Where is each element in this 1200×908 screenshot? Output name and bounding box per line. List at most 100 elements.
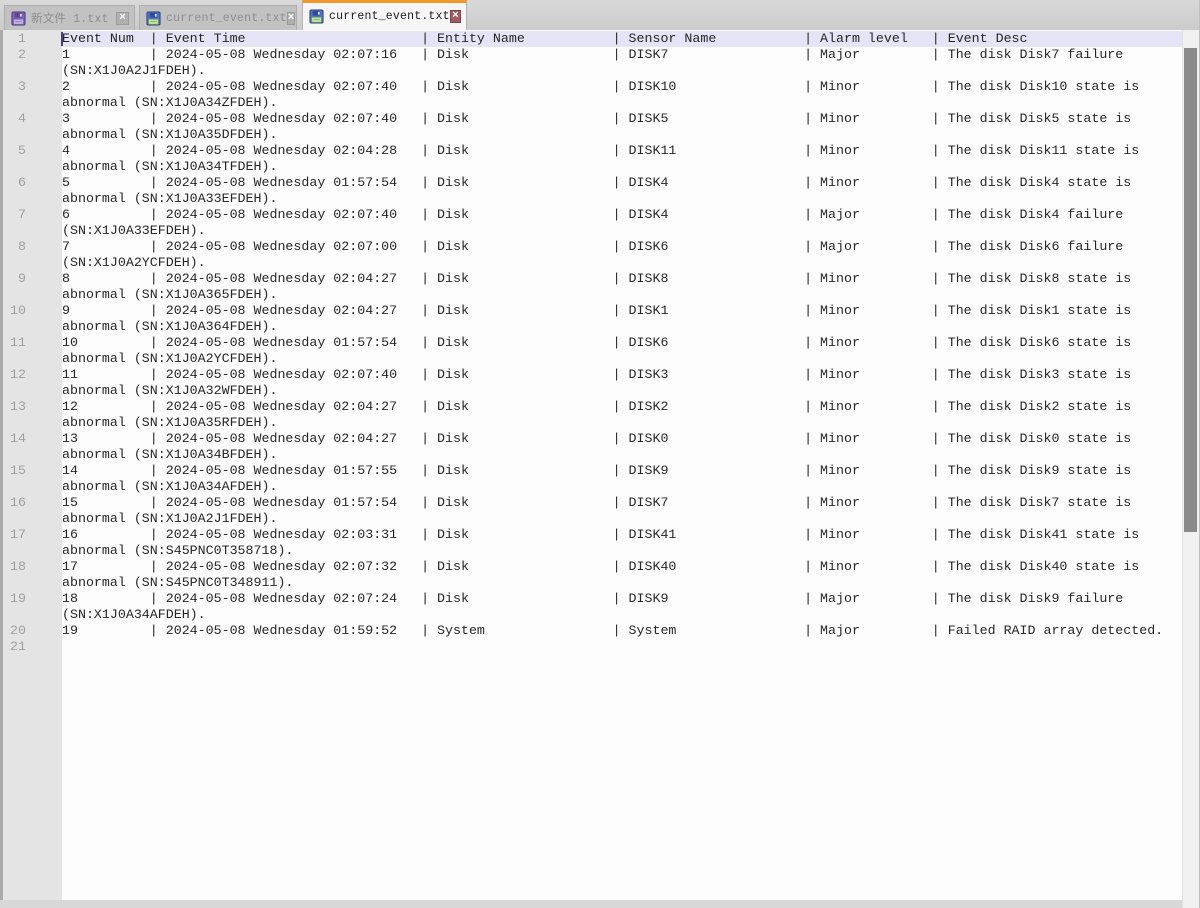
code-row[interactable]: abnormal (SN:X1J0A2YCFDEH). (0, 351, 1182, 367)
code-row[interactable]: abnormal (SN:S45PNC0T358718). (0, 543, 1182, 559)
code-text[interactable]: abnormal (SN:S45PNC0T348911). (62, 575, 1182, 591)
code-text[interactable]: 2 | 2024-05-08 Wednesday 02:07:40 | Disk… (62, 79, 1182, 95)
code-text[interactable]: 3 | 2024-05-08 Wednesday 02:07:40 | Disk… (62, 111, 1182, 127)
code-row[interactable]: 87 | 2024-05-08 Wednesday 02:07:00 | Dis… (0, 239, 1182, 255)
code-row[interactable]: abnormal (SN:X1J0A34TFDEH). (0, 159, 1182, 175)
tab-new-file-1[interactable]: 新文件 1.txt × (4, 5, 135, 30)
code-text[interactable]: (SN:X1J0A34AFDEH). (62, 607, 1182, 623)
code-text[interactable]: 10 | 2024-05-08 Wednesday 01:57:54 | Dis… (62, 335, 1182, 351)
code-text[interactable]: abnormal (SN:X1J0A2YCFDEH). (62, 351, 1182, 367)
code-text[interactable]: 15 | 2024-05-08 Wednesday 01:57:54 | Dis… (62, 495, 1182, 511)
code-row[interactable]: 109 | 2024-05-08 Wednesday 02:04:27 | Di… (0, 303, 1182, 319)
code-row[interactable]: abnormal (SN:X1J0A33EFDEH). (0, 191, 1182, 207)
code-text[interactable]: 19 | 2024-05-08 Wednesday 01:59:52 | Sys… (62, 623, 1182, 639)
floppy-disk-icon (309, 9, 324, 24)
line-number: 5 (0, 143, 62, 159)
code-row[interactable]: 65 | 2024-05-08 Wednesday 01:57:54 | Dis… (0, 175, 1182, 191)
code-row[interactable]: 32 | 2024-05-08 Wednesday 02:07:40 | Dis… (0, 79, 1182, 95)
code-text[interactable]: abnormal (SN:X1J0A32WFDEH). (62, 383, 1182, 399)
code-row[interactable]: abnormal (SN:X1J0A34AFDEH). (0, 479, 1182, 495)
tab-current-event-1[interactable]: current_event.txt × (139, 5, 297, 30)
code-row[interactable]: 43 | 2024-05-08 Wednesday 02:07:40 | Dis… (0, 111, 1182, 127)
editor-text-area[interactable]: 1Event Num | Event Time | Entity Name | … (0, 31, 1182, 900)
code-text[interactable]: abnormal (SN:X1J0A34TFDEH). (62, 159, 1182, 175)
tab-title: 新文件 1.txt (31, 10, 109, 26)
code-text[interactable]: abnormal (SN:X1J0A35RFDEH). (62, 415, 1182, 431)
code-text[interactable]: (SN:X1J0A2YCFDEH). (62, 255, 1182, 271)
code-text[interactable]: abnormal (SN:X1J0A34AFDEH). (62, 479, 1182, 495)
vertical-scrollbar[interactable] (1182, 30, 1199, 908)
code-text[interactable]: 7 | 2024-05-08 Wednesday 02:07:00 | Disk… (62, 239, 1182, 255)
code-text[interactable]: abnormal (SN:X1J0A365FDEH). (62, 287, 1182, 303)
code-row[interactable]: abnormal (SN:X1J0A34BFDEH). (0, 447, 1182, 463)
code-row[interactable]: 21 | 2024-05-08 Wednesday 02:07:16 | Dis… (0, 47, 1182, 63)
code-row[interactable]: 2019 | 2024-05-08 Wednesday 01:59:52 | S… (0, 623, 1182, 639)
code-row[interactable]: 98 | 2024-05-08 Wednesday 02:04:27 | Dis… (0, 271, 1182, 287)
code-row[interactable]: 76 | 2024-05-08 Wednesday 02:07:40 | Dis… (0, 207, 1182, 223)
code-text[interactable]: 12 | 2024-05-08 Wednesday 02:04:27 | Dis… (62, 399, 1182, 415)
code-row[interactable]: (SN:X1J0A34AFDEH). (0, 607, 1182, 623)
code-row[interactable]: (SN:X1J0A2J1FDEH). (0, 63, 1182, 79)
code-row[interactable]: abnormal (SN:X1J0A35RFDEH). (0, 415, 1182, 431)
close-tab-icon[interactable]: × (287, 12, 296, 25)
scrollbar-thumb[interactable] (1184, 48, 1197, 532)
code-text[interactable]: 14 | 2024-05-08 Wednesday 01:57:55 | Dis… (62, 463, 1182, 479)
code-row[interactable]: abnormal (SN:X1J0A35DFDEH). (0, 127, 1182, 143)
code-text[interactable]: 9 | 2024-05-08 Wednesday 02:04:27 | Disk… (62, 303, 1182, 319)
code-text[interactable]: 11 | 2024-05-08 Wednesday 02:07:40 | Dis… (62, 367, 1182, 383)
code-row[interactable]: 1413 | 2024-05-08 Wednesday 02:04:27 | D… (0, 431, 1182, 447)
code-row[interactable]: 1514 | 2024-05-08 Wednesday 01:57:55 | D… (0, 463, 1182, 479)
code-text[interactable]: abnormal (SN:X1J0A33EFDEH). (62, 191, 1182, 207)
code-row[interactable]: 1615 | 2024-05-08 Wednesday 01:57:54 | D… (0, 495, 1182, 511)
line-number: 2 (0, 47, 62, 63)
line-number: 17 (0, 527, 62, 543)
code-text[interactable]: 5 | 2024-05-08 Wednesday 01:57:54 | Disk… (62, 175, 1182, 191)
text-editor[interactable]: 1Event Num | Event Time | Entity Name | … (0, 30, 1199, 908)
code-text[interactable]: abnormal (SN:S45PNC0T358718). (62, 543, 1182, 559)
code-text[interactable]: (SN:X1J0A33EFDEH). (62, 223, 1182, 239)
code-text[interactable]: 17 | 2024-05-08 Wednesday 02:07:32 | Dis… (62, 559, 1182, 575)
code-text[interactable]: 4 | 2024-05-08 Wednesday 02:04:28 | Disk… (62, 143, 1182, 159)
code-text[interactable]: Event Num | Event Time | Entity Name | S… (62, 31, 1182, 47)
line-number: 3 (0, 79, 62, 95)
code-row[interactable]: 1110 | 2024-05-08 Wednesday 01:57:54 | D… (0, 335, 1182, 351)
code-row[interactable]: (SN:X1J0A2YCFDEH). (0, 255, 1182, 271)
code-text[interactable]: abnormal (SN:X1J0A34ZFDEH). (62, 95, 1182, 111)
code-text[interactable]: (SN:X1J0A2J1FDEH). (62, 63, 1182, 79)
code-text[interactable]: 13 | 2024-05-08 Wednesday 02:04:27 | Dis… (62, 431, 1182, 447)
code-row[interactable]: abnormal (SN:X1J0A34ZFDEH). (0, 95, 1182, 111)
code-text[interactable] (62, 639, 1182, 655)
tab-title: current_event.txt (329, 10, 450, 23)
code-row[interactable]: 1918 | 2024-05-08 Wednesday 02:07:24 | D… (0, 591, 1182, 607)
line-number (0, 415, 62, 431)
code-row[interactable]: 21 (0, 639, 1182, 655)
code-row[interactable]: 1716 | 2024-05-08 Wednesday 02:03:31 | D… (0, 527, 1182, 543)
close-tab-icon[interactable]: × (116, 12, 129, 25)
close-tab-icon[interactable]: × (450, 10, 461, 23)
floppy-disk-icon (146, 11, 161, 26)
code-text[interactable]: 1 | 2024-05-08 Wednesday 02:07:16 | Disk… (62, 47, 1182, 63)
code-row[interactable]: abnormal (SN:X1J0A365FDEH). (0, 287, 1182, 303)
code-row[interactable]: abnormal (SN:X1J0A364FDEH). (0, 319, 1182, 335)
code-row[interactable]: 1817 | 2024-05-08 Wednesday 02:07:32 | D… (0, 559, 1182, 575)
code-row[interactable]: abnormal (SN:S45PNC0T348911). (0, 575, 1182, 591)
code-text[interactable]: 16 | 2024-05-08 Wednesday 02:03:31 | Dis… (62, 527, 1182, 543)
line-number: 9 (0, 271, 62, 287)
code-row[interactable]: 1211 | 2024-05-08 Wednesday 02:07:40 | D… (0, 367, 1182, 383)
tab-current-event-2-active[interactable]: current_event.txt × (302, 0, 467, 30)
code-text[interactable]: abnormal (SN:X1J0A2J1FDEH). (62, 511, 1182, 527)
line-number (0, 223, 62, 239)
code-row[interactable]: 54 | 2024-05-08 Wednesday 02:04:28 | Dis… (0, 143, 1182, 159)
code-text[interactable]: 6 | 2024-05-08 Wednesday 02:07:40 | Disk… (62, 207, 1182, 223)
code-text[interactable]: abnormal (SN:X1J0A364FDEH). (62, 319, 1182, 335)
code-text[interactable]: 8 | 2024-05-08 Wednesday 02:04:27 | Disk… (62, 271, 1182, 287)
line-number: 4 (0, 111, 62, 127)
code-row[interactable]: abnormal (SN:X1J0A32WFDEH). (0, 383, 1182, 399)
code-row[interactable]: abnormal (SN:X1J0A2J1FDEH). (0, 511, 1182, 527)
code-text[interactable]: abnormal (SN:X1J0A35DFDEH). (62, 127, 1182, 143)
code-text[interactable]: 18 | 2024-05-08 Wednesday 02:07:24 | Dis… (62, 591, 1182, 607)
code-row[interactable]: (SN:X1J0A33EFDEH). (0, 223, 1182, 239)
code-row[interactable]: 1Event Num | Event Time | Entity Name | … (0, 31, 1182, 47)
code-row[interactable]: 1312 | 2024-05-08 Wednesday 02:04:27 | D… (0, 399, 1182, 415)
code-text[interactable]: abnormal (SN:X1J0A34BFDEH). (62, 447, 1182, 463)
